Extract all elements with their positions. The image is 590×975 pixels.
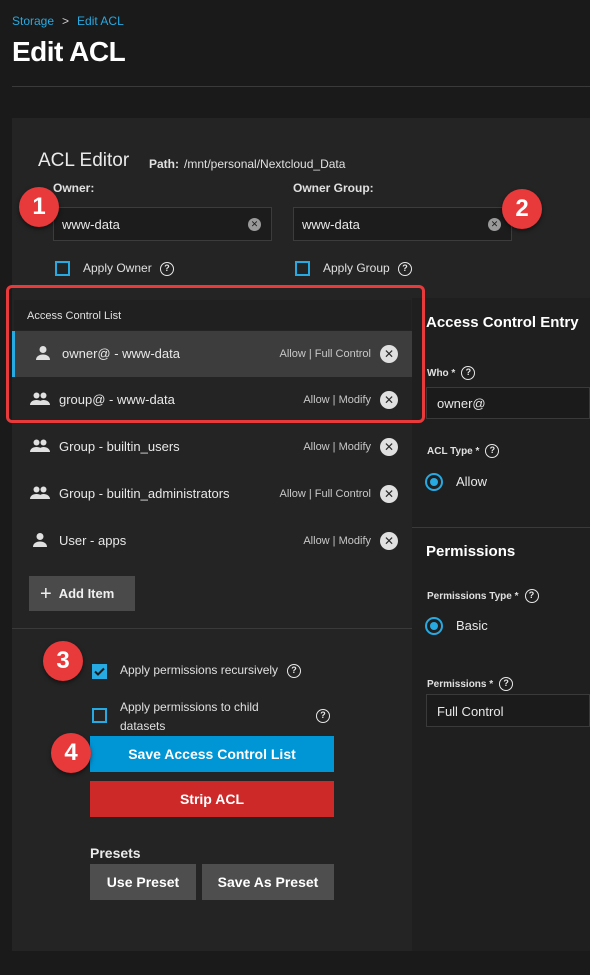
who-label: Who * xyxy=(427,367,456,379)
breadcrumb: Storage > Edit ACL xyxy=(12,14,124,28)
path-label: Path: xyxy=(149,157,179,171)
apply-owner-help-icon[interactable]: ? xyxy=(160,262,174,276)
acl-item-permission: Allow | Full Control xyxy=(279,488,372,500)
permissions-help-icon[interactable]: ? xyxy=(499,677,514,691)
who-select[interactable]: owner@ xyxy=(426,387,590,419)
group-icon xyxy=(30,438,50,457)
strip-acl-button[interactable]: Strip ACL xyxy=(90,781,334,817)
apply-group-help-icon[interactable]: ? xyxy=(398,262,412,276)
owner-input[interactable]: www-data ✕ xyxy=(53,207,272,241)
owner-group-label: Owner Group: xyxy=(293,181,374,195)
apply-child-datasets-label-line1: Apply permissions to child xyxy=(120,700,259,714)
who-field-label: Who * ? xyxy=(427,366,476,380)
add-item-button[interactable]: + Add Item xyxy=(29,576,135,611)
apply-group-checkbox[interactable] xyxy=(295,261,310,276)
acl-type-help-icon[interactable]: ? xyxy=(485,444,500,458)
permissions-type-label: Permissions Type * xyxy=(427,590,519,602)
apply-recursive-checkbox[interactable] xyxy=(92,664,107,679)
who-help-icon[interactable]: ? xyxy=(461,366,476,380)
breadcrumb-storage-link[interactable]: Storage xyxy=(12,14,54,28)
apply-owner-checkbox[interactable] xyxy=(55,261,70,276)
callout-outline xyxy=(6,285,425,423)
permissions-type-basic-radio[interactable] xyxy=(425,617,443,635)
apply-group-label: Apply Group xyxy=(323,261,390,275)
permissions-select[interactable]: Full Control xyxy=(426,694,590,727)
acl-item-name: Group - builtin_users xyxy=(59,439,180,454)
save-as-preset-button[interactable]: Save As Preset xyxy=(202,864,334,900)
acl-type-allow-label: Allow xyxy=(456,474,488,489)
save-acl-button[interactable]: Save Access Control List xyxy=(90,736,334,772)
breadcrumb-current[interactable]: Edit ACL xyxy=(77,14,124,28)
acl-list-item[interactable]: Group - builtin_users Allow | Modify ✕ xyxy=(12,424,412,470)
section-divider xyxy=(12,628,412,629)
remove-item-icon[interactable]: ✕ xyxy=(380,532,398,550)
apply-child-datasets-checkbox[interactable] xyxy=(92,708,107,723)
acl-item-permission: Allow | Modify xyxy=(303,441,371,453)
owner-group-input-value: www-data xyxy=(302,216,360,232)
presets-label: Presets xyxy=(90,845,141,861)
acl-type-allow-radio[interactable] xyxy=(425,473,443,491)
acl-list-item[interactable]: Group - builtin_administrators Allow | F… xyxy=(12,471,412,517)
apply-child-datasets-label-line2: datasets xyxy=(120,719,166,733)
acl-item-name: Group - builtin_administrators xyxy=(59,486,230,501)
apply-child-datasets-label: Apply permissions to child datasets xyxy=(120,698,259,736)
acl-item-name: User - apps xyxy=(59,533,127,548)
permissions-type-help-icon[interactable]: ? xyxy=(524,589,539,603)
header-divider xyxy=(12,86,590,87)
use-preset-button[interactable]: Use Preset xyxy=(90,864,196,900)
add-item-label: Add Item xyxy=(58,586,115,601)
plus-icon: + xyxy=(40,582,52,605)
ace-title: Access Control Entry xyxy=(426,314,579,331)
user-icon xyxy=(32,532,48,551)
permissions-label: Permissions * xyxy=(427,678,494,690)
owner-group-input[interactable]: www-data ✕ xyxy=(293,207,512,241)
apply-child-datasets-help-icon[interactable]: ? xyxy=(316,709,330,723)
ace-divider xyxy=(412,527,590,528)
apply-recursive-label: Apply permissions recursively xyxy=(120,663,279,677)
acl-type-label: ACL Type * xyxy=(427,445,480,457)
acl-item-permission: Allow | Modify xyxy=(303,535,371,547)
acl-editor-title: ACL Editor xyxy=(38,150,130,171)
callout-badge-4: 4 xyxy=(51,733,91,773)
group-icon xyxy=(30,485,50,504)
permissions-field-label: Permissions * ? xyxy=(427,677,514,691)
apply-owner-label: Apply Owner xyxy=(83,261,152,275)
page-title: Edit ACL xyxy=(12,36,126,67)
breadcrumb-separator: > xyxy=(62,14,70,28)
acl-list-item[interactable]: User - apps Allow | Modify ✕ xyxy=(12,518,412,564)
clear-owner-group-icon[interactable]: ✕ xyxy=(488,218,501,231)
permissions-type-basic-label: Basic xyxy=(456,618,488,633)
callout-badge-1: 1 xyxy=(19,187,59,227)
callout-badge-2: 2 xyxy=(502,189,542,229)
path-value: /mnt/personal/Nextcloud_Data xyxy=(184,157,346,171)
acl-type-field-label: ACL Type * ? xyxy=(427,444,500,458)
permissions-type-field-label: Permissions Type * ? xyxy=(427,589,539,603)
clear-owner-icon[interactable]: ✕ xyxy=(248,218,261,231)
apply-recursive-help-icon[interactable]: ? xyxy=(287,664,301,678)
owner-label: Owner: xyxy=(53,181,95,195)
owner-input-value: www-data xyxy=(62,216,120,232)
remove-item-icon[interactable]: ✕ xyxy=(380,485,398,503)
remove-item-icon[interactable]: ✕ xyxy=(380,438,398,456)
callout-badge-3: 3 xyxy=(43,641,83,681)
permissions-title: Permissions xyxy=(426,543,516,560)
